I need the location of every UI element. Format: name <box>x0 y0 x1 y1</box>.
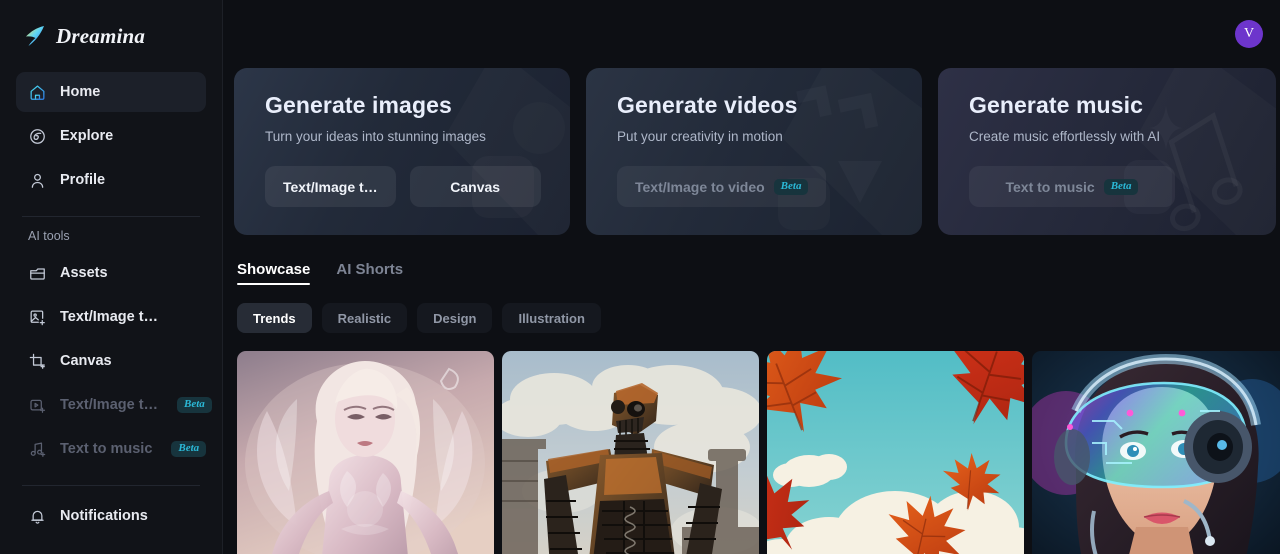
dreamina-star-icon <box>26 26 44 46</box>
sidebar-item-label: Profile <box>60 172 106 188</box>
hero-card-title: Generate videos <box>617 92 798 118</box>
home-icon <box>28 83 47 102</box>
button-label: Text/Image to video <box>635 178 765 195</box>
music-note-add-icon <box>28 440 47 459</box>
hero-card-generate-images[interactable]: Generate images Turn your ideas into stu… <box>234 68 570 235</box>
sidebar-item-label: Canvas <box>60 353 112 369</box>
gallery-card-cyber-girl[interactable] <box>1032 351 1280 554</box>
gallery-card-crystal-figure[interactable] <box>237 351 494 554</box>
sidebar-item-label: Text/Image t… <box>60 309 159 325</box>
gallery-card-autumn-leaves[interactable] <box>767 351 1024 554</box>
sidebar-divider-top <box>22 216 200 217</box>
text-image-to-image-button[interactable]: Text/Image t… <box>265 166 396 207</box>
rusty-industrial-robot-thumbnail <box>502 351 759 554</box>
tab-label: Showcase <box>237 261 311 278</box>
autumn-maple-leaves-clouds-thumbnail <box>767 351 1024 554</box>
button-label: Text/Image t… <box>283 178 378 195</box>
folder-icon <box>28 264 47 283</box>
tab-showcase[interactable]: Showcase <box>237 261 311 285</box>
gallery-card-rusty-robot[interactable] <box>502 351 759 554</box>
hero-card-subtitle: Turn your ideas into stunning images <box>265 129 486 144</box>
button-label: Text to music <box>1005 178 1095 195</box>
chip-trends[interactable]: Trends <box>237 303 312 333</box>
sidebar-item-text-image-to-image[interactable]: Text/Image t… <box>16 297 206 337</box>
sidebar-item-explore[interactable]: Explore <box>16 116 206 156</box>
tab-label: AI Shorts <box>336 261 404 278</box>
tab-ai-shorts[interactable]: AI Shorts <box>336 261 403 285</box>
sidebar-item-home[interactable]: Home <box>16 72 206 112</box>
sidebar-item-label: Notifications <box>60 508 148 524</box>
hero-card-buttons: Text to music Beta <box>969 166 1250 207</box>
chip-realistic[interactable]: Realistic <box>321 303 408 333</box>
canvas-crop-icon <box>28 352 47 371</box>
sidebar: Dreamina Home Explore Profile AI tools A… <box>0 0 223 554</box>
hero-card-buttons: Text/Image to video Beta <box>617 166 896 207</box>
brand-name: Dreamina <box>56 23 146 48</box>
canvas-button[interactable]: Canvas <box>409 166 541 207</box>
beta-badge: Beta <box>773 178 809 195</box>
hero-card-row: Generate images Turn your ideas into stu… <box>234 68 1276 235</box>
sidebar-item-text-image-to-video[interactable]: Text/Image t… Beta <box>16 385 212 425</box>
hero-card-title: Generate music <box>969 92 1143 118</box>
hero-card-title: Generate images <box>265 92 452 118</box>
topbar: V <box>223 0 1280 68</box>
sidebar-item-canvas[interactable]: Canvas <box>16 341 206 381</box>
sidebar-section-label-ai-tools: AI tools <box>28 229 70 243</box>
sidebar-item-label: Home <box>60 84 101 100</box>
sidebar-item-assets[interactable]: Assets <box>16 253 206 293</box>
sidebar-item-label: Text/Image t… <box>60 397 159 413</box>
button-label: Canvas <box>450 178 501 195</box>
cyberpunk-vr-girl-thumbnail <box>1032 351 1280 554</box>
text-image-to-video-button[interactable]: Text/Image to video Beta <box>617 166 827 207</box>
beta-badge: Beta <box>171 441 207 457</box>
hero-card-buttons: Text/Image t… Canvas <box>265 166 544 207</box>
text-to-music-button[interactable]: Text to music Beta <box>969 166 1175 207</box>
sidebar-divider-bottom <box>22 485 200 486</box>
hero-card-generate-music[interactable]: Generate music Create music effortlessly… <box>938 68 1276 235</box>
crystalline-glass-woman-thumbnail <box>237 351 494 554</box>
sidebar-item-text-to-music[interactable]: Text to music Beta <box>16 429 207 469</box>
avatar[interactable]: V <box>1235 20 1263 48</box>
person-icon <box>28 171 47 190</box>
main-content: V Generate images Turn your ideas into s… <box>223 0 1280 554</box>
beta-badge: Beta <box>177 397 212 413</box>
sidebar-item-notifications[interactable]: Notifications <box>16 496 206 536</box>
showcase-gallery <box>237 351 1280 554</box>
video-add-icon <box>28 396 47 415</box>
sidebar-item-profile[interactable]: Profile <box>16 160 206 200</box>
sidebar-item-label: Assets <box>60 265 108 281</box>
hero-card-generate-videos[interactable]: Generate videos Put your creativity in m… <box>586 68 922 235</box>
brand-logo[interactable]: Dreamina <box>16 0 206 72</box>
compass-icon <box>28 127 47 146</box>
sidebar-item-label: Explore <box>60 128 114 144</box>
dreamina-app-window: Dreamina Home Explore Profile AI tools A… <box>0 0 1280 554</box>
bell-icon <box>28 507 47 526</box>
chip-design[interactable]: Design <box>417 303 493 333</box>
content-tabs: Showcase AI Shorts <box>237 261 1273 285</box>
sidebar-item-label: Text to music <box>60 441 153 457</box>
beta-badge: Beta <box>1103 178 1139 195</box>
hero-card-subtitle: Create music effortlessly with AI <box>969 129 1161 144</box>
image-add-icon <box>28 308 47 327</box>
filter-chip-row: Trends Realistic Design Illustration <box>237 303 1273 333</box>
chip-illustration[interactable]: Illustration <box>502 303 601 333</box>
hero-card-subtitle: Put your creativity in motion <box>617 129 783 144</box>
content-area: Generate images Turn your ideas into stu… <box>223 68 1280 554</box>
